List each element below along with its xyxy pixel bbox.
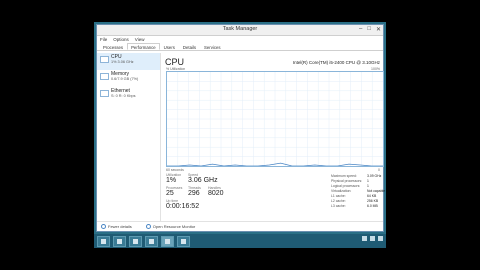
cpu-model: Intel(R) Core(TM) i5-2400 CPU @ 3.10GHz xyxy=(292,60,380,65)
cpu-panel: CPU Intel(R) Core(TM) i5-2400 CPU @ 3.10… xyxy=(163,53,385,221)
sidebar-item-ethernet[interactable]: Ethernet S: 0 R: 0 Kbps xyxy=(97,87,160,104)
sidebar-item-value: 0.6/7.9 GB (7%) xyxy=(111,77,139,81)
sidebar-item-cpu[interactable]: CPU 1% 3.06 GHz xyxy=(97,53,160,70)
chevron-up-icon xyxy=(101,224,106,230)
volume-icon[interactable] xyxy=(370,236,375,241)
graph-axis-right: 0 xyxy=(378,168,380,172)
start-button[interactable] xyxy=(97,235,110,247)
cpu-usage-graph xyxy=(166,71,384,167)
stat-threads: Threads 296 xyxy=(188,186,201,197)
cpu-specs: Maximum speed: 3.09 GHz Physical processo… xyxy=(331,174,387,209)
minimize-button[interactable]: – xyxy=(359,26,362,33)
fewer-details-label: Fewer details xyxy=(108,223,132,229)
stat-uptime: Up time 0:00:16:52 xyxy=(166,199,199,210)
taskbar xyxy=(94,234,386,248)
spec-row: L3 cache: 6.0 MB xyxy=(331,204,387,209)
maximize-button[interactable]: □ xyxy=(367,26,371,33)
sidebar-item-value: 1% 3.06 GHz xyxy=(111,60,134,64)
taskbar-explorer-icon[interactable] xyxy=(145,235,158,247)
stat-value: 25 xyxy=(166,190,174,197)
title-bar: Task Manager – □ ✕ xyxy=(97,25,383,36)
resource-monitor-icon xyxy=(145,224,151,230)
window-title: Task Manager xyxy=(222,26,258,32)
menu-file[interactable]: File xyxy=(100,37,107,42)
taskbar-app-icon[interactable] xyxy=(177,235,190,247)
ethernet-thumbnail-icon xyxy=(100,90,109,97)
stat-value: 8020 xyxy=(208,190,224,197)
memory-thumbnail-icon xyxy=(100,73,109,80)
tab-performance[interactable]: Performance xyxy=(127,43,160,50)
footer-bar: Fewer details Open Resource Monitor xyxy=(97,221,383,231)
graph-axis-left: 60 seconds xyxy=(166,168,184,172)
menu-bar: File Options View xyxy=(97,36,383,43)
cpu-thumbnail-icon xyxy=(100,56,109,63)
stat-speed: Speed 3.06 GHz xyxy=(188,173,218,184)
open-resource-monitor-link[interactable]: Open Resource Monitor xyxy=(145,223,196,230)
tab-users[interactable]: Users xyxy=(160,43,179,50)
close-button[interactable]: ✕ xyxy=(376,26,381,33)
stat-utilization: Utilization 1% xyxy=(166,173,181,184)
system-tray xyxy=(362,236,383,241)
stat-processes: Processes 25 xyxy=(166,186,182,197)
spec-key: L3 cache: xyxy=(331,204,346,208)
tab-services[interactable]: Services xyxy=(200,43,224,50)
page-title: CPU xyxy=(165,57,185,67)
desktop: Task Manager – □ ✕ File Options View Pro… xyxy=(94,22,386,248)
fewer-details-link[interactable]: Fewer details xyxy=(101,223,132,230)
cpu-graph-svg xyxy=(167,72,383,166)
stat-value: 1% xyxy=(166,177,177,184)
taskbar-task-manager-icon[interactable] xyxy=(161,235,174,247)
stat-value: 0:00:16:52 xyxy=(166,203,200,210)
open-resource-monitor-label: Open Resource Monitor xyxy=(152,223,196,229)
stat-handles: Handles 8020 xyxy=(208,186,224,197)
menu-options[interactable]: Options xyxy=(113,37,129,42)
resource-sidebar: CPU 1% 3.06 GHz Memory 0.6/7.9 GB (7%) E… xyxy=(97,53,161,221)
sidebar-item-value: S: 0 R: 0 Kbps xyxy=(111,94,136,98)
sidebar-item-memory[interactable]: Memory 0.6/7.9 GB (7%) xyxy=(97,70,160,87)
tab-details[interactable]: Details xyxy=(179,43,200,50)
menu-view[interactable]: View xyxy=(135,37,145,42)
task-manager-window: Task Manager – □ ✕ File Options View Pro… xyxy=(96,24,385,232)
stat-value: 3.06 GHz xyxy=(188,177,218,184)
taskbar-server-manager-icon[interactable] xyxy=(113,235,126,247)
flag-icon[interactable] xyxy=(378,236,383,241)
stat-value: 296 xyxy=(188,190,200,197)
tab-processes[interactable]: Processes xyxy=(99,43,127,50)
network-icon[interactable] xyxy=(362,236,367,241)
tab-strip: Processes Performance Users Details Serv… xyxy=(97,43,383,51)
taskbar-powershell-icon[interactable] xyxy=(129,235,142,247)
spec-value: 6.0 MB xyxy=(367,204,378,208)
